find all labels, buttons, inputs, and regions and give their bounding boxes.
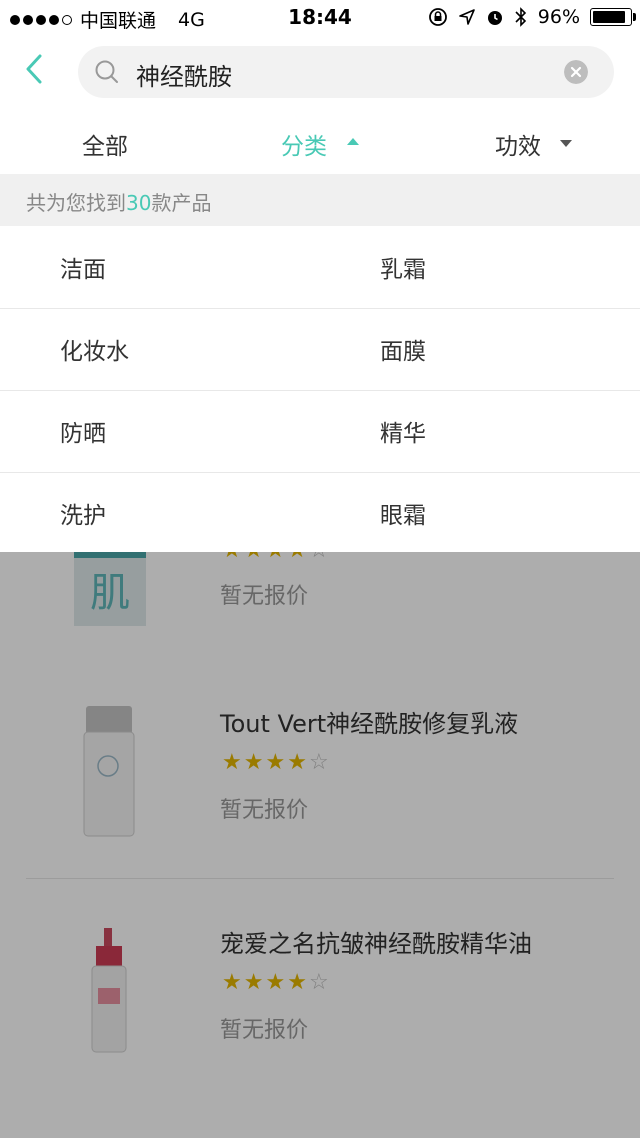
category-option[interactable]: 乳霜	[380, 250, 426, 284]
result-number: 30	[126, 191, 152, 215]
result-count: 共为您找到30款产品	[26, 187, 211, 216]
category-option[interactable]: 眼霜	[380, 496, 426, 530]
dropdown-row: 洗护 眼霜	[0, 472, 640, 554]
back-arrow-icon[interactable]	[20, 52, 50, 86]
battery-percent: 96%	[537, 6, 580, 28]
tab-category[interactable]: 分类	[281, 127, 327, 161]
category-option[interactable]: 精华	[380, 414, 426, 448]
category-dropdown: 洁面 乳霜 化妆水 面膜 防晒 精华 洗护 眼霜	[0, 226, 640, 552]
status-bar: 中国联通 4G 18:44 96%	[0, 0, 640, 36]
tab-effect[interactable]: 功效	[495, 127, 541, 161]
location-arrow-icon	[458, 9, 475, 25]
search-results-page: 中国联通 4G 18:44 96% 神经酰胺 全部 分类 功效 共为您找到30款…	[0, 0, 640, 1138]
battery-icon	[590, 8, 636, 26]
clear-icon[interactable]	[564, 60, 588, 84]
caret-up-icon	[347, 138, 359, 145]
search-header: 神经酰胺	[0, 36, 640, 108]
status-right: 96%	[428, 6, 636, 28]
result-prefix: 共为您找到	[26, 191, 126, 215]
category-option[interactable]: 化妆水	[60, 332, 129, 366]
battery-fill	[593, 11, 625, 23]
result-suffix: 款产品	[151, 191, 212, 215]
caret-down-icon	[560, 140, 572, 147]
tab-all[interactable]: 全部	[82, 127, 128, 161]
filter-tabs: 全部 分类 功效	[0, 108, 640, 174]
dropdown-row: 洁面 乳霜	[0, 226, 640, 309]
alarm-icon	[487, 11, 502, 25]
dropdown-row: 化妆水 面膜	[0, 308, 640, 391]
dropdown-row: 防晒 精华	[0, 390, 640, 473]
category-option[interactable]: 防晒	[60, 414, 106, 448]
category-option[interactable]: 面膜	[380, 332, 426, 366]
category-option[interactable]: 洗护	[60, 496, 106, 530]
rotation-lock-icon	[428, 8, 447, 26]
bluetooth-icon	[515, 7, 526, 27]
category-option[interactable]: 洁面	[60, 250, 106, 284]
search-query: 神经酰胺	[136, 63, 232, 91]
search-icon	[95, 60, 118, 83]
result-count-bar: 共为您找到30款产品	[0, 174, 640, 226]
search-input[interactable]: 神经酰胺	[78, 46, 614, 98]
